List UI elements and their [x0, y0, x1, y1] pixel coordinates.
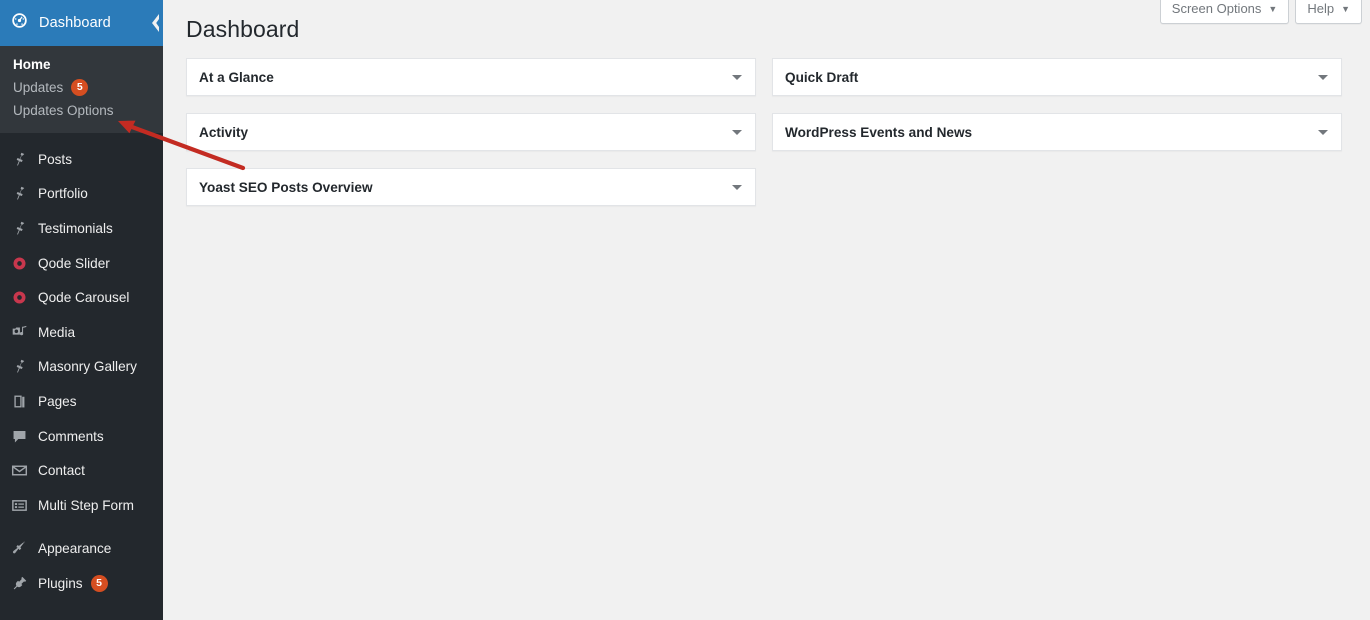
- panel-title: Quick Draft: [785, 69, 859, 85]
- envelope-icon: [9, 461, 29, 481]
- panel-header[interactable]: WordPress Events and News: [773, 114, 1341, 150]
- sidebar-item-appearance[interactable]: Appearance: [0, 532, 163, 567]
- collapse-triangle-icon[interactable]: [719, 114, 755, 150]
- sidebar-item-label: Plugins: [38, 575, 83, 591]
- collapse-triangle-icon[interactable]: [1305, 59, 1341, 95]
- sidebar-item-plugins[interactable]: Plugins 5: [0, 566, 163, 601]
- submenu-label: Home: [13, 57, 51, 72]
- sidebar-item-testimonials[interactable]: Testimonials: [0, 211, 163, 246]
- collapse-triangle-icon[interactable]: [719, 59, 755, 95]
- dashboard-column-left: At a Glance Activity Yoast SEO Posts Ove…: [186, 58, 756, 223]
- pin-icon: [9, 218, 29, 238]
- sidebar-item-label: Masonry Gallery: [38, 359, 137, 375]
- submenu-item-updates-options[interactable]: Updates Options: [0, 99, 163, 122]
- panel-title: Activity: [199, 124, 249, 140]
- media-icon: [9, 322, 29, 342]
- form-list-icon: [9, 495, 29, 515]
- sidebar-item-contact[interactable]: Contact: [0, 453, 163, 488]
- chevron-down-icon: ▼: [1268, 3, 1278, 14]
- admin-screen: Dashboard Home Updates 5 Updates Options: [0, 0, 1370, 620]
- collapse-triangle-icon[interactable]: [1305, 114, 1341, 150]
- sidebar-item-label: Qode Slider: [38, 255, 110, 271]
- sidebar-item-label: Portfolio: [38, 186, 88, 202]
- submenu-item-home[interactable]: Home: [0, 53, 163, 76]
- sidebar-item-label: Pages: [38, 393, 77, 409]
- sidebar-item-qode-slider[interactable]: Qode Slider: [0, 246, 163, 281]
- panel-header[interactable]: At a Glance: [187, 59, 755, 95]
- panel-yoast-seo-posts-overview: Yoast SEO Posts Overview: [186, 168, 756, 206]
- sidebar-item-portfolio[interactable]: Portfolio: [0, 177, 163, 212]
- panel-header[interactable]: Quick Draft: [773, 59, 1341, 95]
- help-label: Help: [1307, 1, 1335, 16]
- sidebar-item-label: Qode Carousel: [38, 290, 130, 306]
- panel-header[interactable]: Activity: [187, 114, 755, 150]
- screen-options-button[interactable]: Screen Options ▼: [1159, 0, 1290, 24]
- pin-icon: [9, 184, 29, 204]
- submenu-item-updates[interactable]: Updates 5: [0, 76, 163, 99]
- panel-at-a-glance: At a Glance: [186, 58, 756, 96]
- sidebar-item-pages[interactable]: Pages: [0, 384, 163, 419]
- sidebar-item-comments[interactable]: Comments: [0, 419, 163, 454]
- comment-bubble-icon: [9, 426, 29, 446]
- panel-title: WordPress Events and News: [785, 124, 973, 140]
- panel-header[interactable]: Yoast SEO Posts Overview: [187, 169, 755, 205]
- sidebar-item-multi-step-form[interactable]: Multi Step Form: [0, 488, 163, 523]
- dashboard-submenu: Home Updates 5 Updates Options: [0, 46, 163, 133]
- pin-icon: [9, 149, 29, 169]
- sidebar-item-label: Comments: [38, 428, 104, 444]
- sidebar-item-label: Testimonials: [38, 220, 113, 236]
- admin-sidebar: Dashboard Home Updates 5 Updates Options: [0, 0, 163, 620]
- pages-icon: [9, 391, 29, 411]
- panel-title: Yoast SEO Posts Overview: [199, 179, 373, 195]
- screen-meta-toolbar: Screen Options ▼ Help ▼: [1159, 0, 1362, 24]
- sidebar-item-label: Media: [38, 324, 76, 340]
- panel-quick-draft: Quick Draft: [772, 58, 1342, 96]
- sidebar-item-label: Appearance: [38, 541, 112, 557]
- dashboard-column-right: Quick Draft WordPress Events and News: [772, 58, 1342, 168]
- sidebar-separator: [0, 133, 163, 142]
- sidebar-separator: [0, 523, 163, 532]
- collapse-triangle-icon[interactable]: [719, 169, 755, 205]
- paintbrush-icon: [9, 539, 29, 559]
- sidebar-item-media[interactable]: Media: [0, 315, 163, 350]
- sidebar-item-masonry-gallery[interactable]: Masonry Gallery: [0, 350, 163, 385]
- circle-dot-icon: [9, 253, 29, 273]
- sidebar-item-posts[interactable]: Posts: [0, 142, 163, 177]
- sidebar-item-qode-carousel[interactable]: Qode Carousel: [0, 280, 163, 315]
- panel-wordpress-events-and-news: WordPress Events and News: [772, 113, 1342, 151]
- plugins-count-badge: 5: [90, 574, 108, 592]
- updates-count-badge: 5: [71, 79, 89, 96]
- sidebar-item-label: Multi Step Form: [38, 497, 134, 513]
- chevron-left-icon[interactable]: [145, 0, 163, 46]
- circle-dot-icon: [9, 288, 29, 308]
- dashboard-gauge-icon: [11, 12, 28, 34]
- screen-options-label: Screen Options: [1171, 1, 1262, 16]
- pin-icon: [9, 357, 29, 377]
- panel-title: At a Glance: [199, 69, 274, 85]
- sidebar-item-label: Contact: [38, 463, 85, 479]
- main-content: Screen Options ▼ Help ▼ Dashboard At a G…: [163, 0, 1370, 620]
- help-button[interactable]: Help ▼: [1295, 0, 1362, 24]
- submenu-label: Updates Options: [13, 103, 114, 118]
- submenu-label: Updates: [13, 80, 64, 95]
- sidebar-item-label: Posts: [38, 151, 72, 167]
- sidebar-item-dashboard[interactable]: Dashboard: [0, 0, 163, 46]
- chevron-down-icon: ▼: [1341, 3, 1350, 14]
- panel-activity: Activity: [186, 113, 756, 151]
- page-title: Dashboard: [186, 16, 300, 42]
- sidebar-item-label: Dashboard: [39, 15, 111, 31]
- plug-icon: [9, 573, 29, 593]
